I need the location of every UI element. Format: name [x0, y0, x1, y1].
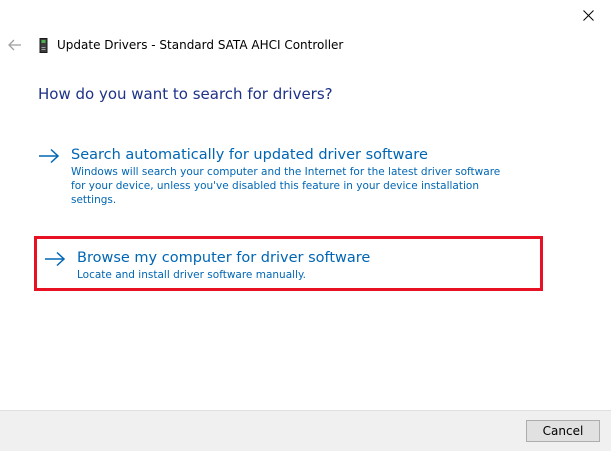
- cancel-button[interactable]: Cancel: [526, 420, 600, 442]
- close-button[interactable]: [565, 0, 611, 30]
- option-title: Browse my computer for driver software: [77, 250, 371, 266]
- browse-computer-option[interactable]: Browse my computer for driver software L…: [34, 236, 543, 291]
- arrow-right-icon: [44, 249, 66, 269]
- arrow-right-icon: [38, 146, 60, 166]
- search-automatically-option[interactable]: Search automatically for updated driver …: [38, 145, 538, 207]
- update-drivers-window: Update Drivers - Standard SATA AHCI Cont…: [0, 0, 611, 451]
- device-icon: [38, 37, 49, 53]
- back-button[interactable]: [6, 36, 24, 54]
- window-title: Update Drivers - Standard SATA AHCI Cont…: [57, 38, 344, 52]
- option-description: Windows will search your computer and th…: [71, 166, 501, 206]
- dialog-footer: Cancel: [0, 410, 611, 451]
- page-heading: How do you want to search for drivers?: [38, 85, 333, 103]
- option-description: Locate and install driver software manua…: [77, 269, 307, 281]
- back-arrow-icon: [8, 36, 22, 55]
- close-icon: [582, 6, 594, 25]
- option-title: Search automatically for updated driver …: [71, 147, 428, 163]
- title-row: Update Drivers - Standard SATA AHCI Cont…: [38, 36, 343, 54]
